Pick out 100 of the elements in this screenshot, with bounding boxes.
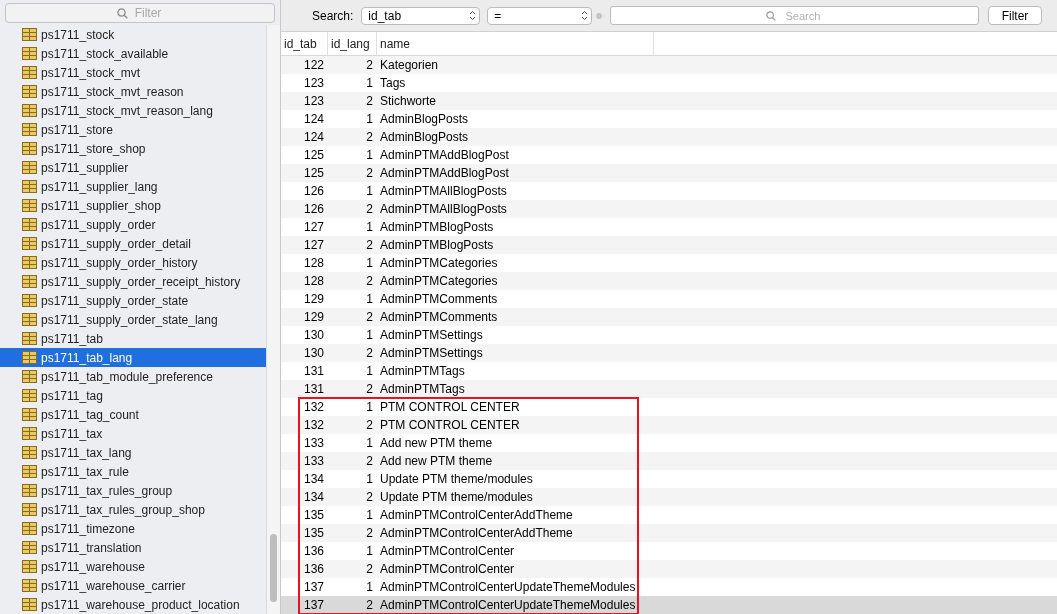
table-row[interactable]: 128 2 AdminPTMCategories [281, 272, 1057, 290]
sidebar-item[interactable]: ps1711_stock_available [0, 44, 266, 63]
table-cell-text: 2 [365, 237, 373, 254]
table-row[interactable]: 131 2 AdminPTMTags [281, 380, 1057, 398]
table-row[interactable]: 137 2 AdminPTMControlCenterUpdateThemeModules [281, 596, 1057, 614]
sidebar-item[interactable]: ps1711_tax_rule [0, 462, 266, 481]
sidebar-item[interactable]: ps1711_stock_mvt_reason_lang [0, 101, 266, 120]
sidebar-item[interactable]: ps1711_supplier [0, 158, 266, 177]
sidebar-item[interactable]: ps1711_tag_count [0, 405, 266, 424]
table-cell-text: AdminPTMControlCenterAddTheme [380, 525, 573, 542]
sidebar-item[interactable]: ps1711_tax_lang [0, 443, 266, 462]
sidebar-item[interactable]: ps1711_tab_module_preference [0, 367, 266, 386]
sidebar-item[interactable]: ps1711_warehouse_carrier [0, 576, 266, 595]
sidebar-item[interactable]: ps1711_warehouse_product_location [0, 595, 266, 614]
table-row[interactable]: 133 2 Add new PTM theme [281, 452, 1057, 470]
table-cell-text: 126 [302, 183, 324, 200]
table-cell-text: 2 [365, 93, 373, 110]
table-icon [22, 28, 37, 41]
table-cell-text: 2 [365, 561, 373, 578]
table-cell-text: AdminPTMSettings [380, 345, 483, 362]
table-cell-text: 1 [365, 471, 373, 488]
table-cell-text: AdminPTMTags [380, 363, 465, 380]
table-row[interactable]: 136 2 AdminPTMControlCenter [281, 560, 1057, 578]
table-cell-text: 1 [365, 579, 373, 596]
table-icon [22, 180, 37, 193]
table-cell-text: Add new PTM theme [380, 453, 493, 470]
table-cell-text: 1 [365, 75, 373, 92]
table-cell-text: AdminPTMAddBlogPost [380, 165, 509, 182]
table-row[interactable]: 135 2 AdminPTMControlCenterAddTheme [281, 524, 1057, 542]
scrollbar[interactable] [266, 25, 280, 614]
table-cell-text: 122 [302, 57, 324, 74]
sidebar-item[interactable]: ps1711_stock_mvt [0, 63, 266, 82]
sidebar-item[interactable]: ps1711_store [0, 120, 266, 139]
table-row[interactable]: 123 2 Stichworte [281, 92, 1057, 110]
table-cell-text: Update PTM theme/modules [380, 471, 533, 488]
table-cell-text: 2 [365, 453, 373, 470]
table-icon [22, 351, 37, 364]
column-header[interactable]: name [377, 32, 654, 55]
table-cell-text: 2 [365, 417, 373, 434]
filter-field[interactable]: Filter [5, 3, 275, 23]
table-icon [22, 294, 37, 307]
chevron-updown-icon [469, 10, 477, 22]
table-row[interactable]: 129 2 AdminPTMComments [281, 308, 1057, 326]
table-cell-text: AdminPTMBlogPosts [380, 237, 494, 254]
sidebar-item[interactable]: ps1711_store_shop [0, 139, 266, 158]
sidebar-item[interactable]: ps1711_translation [0, 538, 266, 557]
sidebar-item[interactable]: ps1711_stock_mvt_reason [0, 82, 266, 101]
sidebar-item[interactable]: ps1711_tag [0, 386, 266, 405]
sidebar-item[interactable]: ps1711_tax_rules_group_shop [0, 500, 266, 519]
sidebar-item[interactable]: ps1711_stock [0, 25, 266, 44]
operator-select[interactable]: = [487, 6, 593, 25]
table-row[interactable]: 125 2 AdminPTMAddBlogPost [281, 164, 1057, 182]
sidebar-item[interactable]: ps1711_supply_order_detail [0, 234, 266, 253]
table-cell-text: 1 [365, 219, 373, 236]
table-row[interactable]: 132 2 PTM CONTROL CENTER [281, 416, 1057, 434]
table-row[interactable]: 122 2 Kategorien [281, 56, 1057, 74]
table-cell-text: 123 [302, 93, 324, 110]
sidebar-item[interactable]: ps1711_supply_order_history [0, 253, 266, 272]
table-cell-text: AdminPTMBlogPosts [380, 219, 494, 236]
sidebar-item[interactable]: ps1711_supplier_shop [0, 196, 266, 215]
sidebar-item[interactable]: ps1711_timezone [0, 519, 266, 538]
column-header[interactable]: id_tab [281, 32, 328, 55]
scrollbar-thumb[interactable] [270, 534, 277, 602]
sidebar-item[interactable]: ps1711_tax [0, 424, 266, 443]
table-icon [22, 199, 37, 212]
column-header[interactable]: id_lang [328, 32, 377, 55]
sidebar-item[interactable]: ps1711_supply_order [0, 215, 266, 234]
table-cell-text: 1 [365, 543, 373, 560]
table-cell-text: 1 [365, 507, 373, 524]
table-cell-text: 131 [302, 381, 324, 398]
sidebar-item[interactable]: ps1711_supply_order_state [0, 291, 266, 310]
table-cell-text: Kategorien [380, 57, 439, 74]
sidebar-item[interactable]: ps1711_supply_order_receipt_history [0, 272, 266, 291]
sidebar-item[interactable]: ps1711_tax_rules_group [0, 481, 266, 500]
sidebar-item[interactable]: ps1711_supplier_lang [0, 177, 266, 196]
column-select[interactable]: id_tab [361, 6, 481, 25]
table-cell-text: 130 [302, 345, 324, 362]
table-cell-text: PTM CONTROL CENTER [380, 417, 520, 434]
filter-button[interactable]: Filter [988, 6, 1042, 26]
sidebar-item[interactable]: ps1711_warehouse [0, 557, 266, 576]
table-row[interactable]: 127 2 AdminPTMBlogPosts [281, 236, 1057, 254]
table-cell-text: AdminPTMControlCenterUpdateThemeModules [380, 579, 636, 596]
table-icon [22, 142, 37, 155]
table-icon [22, 389, 37, 402]
table-row[interactable]: 130 2 AdminPTMSettings [281, 344, 1057, 362]
table-cell-text: AdminPTMControlCenter [380, 543, 515, 560]
table-cell-text: 2 [365, 381, 373, 398]
table-row[interactable]: 124 2 AdminBlogPosts [281, 128, 1057, 146]
table-cell-text: Add new PTM theme [380, 435, 493, 452]
search-field[interactable]: Search [610, 6, 980, 26]
table-cell-text: AdminBlogPosts [380, 129, 469, 146]
table-cell-text: 2 [365, 165, 373, 182]
sidebar-item[interactable]: ps1711_supply_order_state_lang [0, 310, 266, 329]
sidebar-item[interactable]: ps1711_tab_lang [0, 348, 266, 367]
sidebar-item[interactable]: ps1711_tab [0, 329, 266, 348]
table-row[interactable]: 126 2 AdminPTMAllBlogPosts [281, 200, 1057, 218]
table-icon [22, 256, 37, 269]
table-cell-text: 2 [365, 273, 373, 290]
table-cell-text: AdminPTMCategories [380, 255, 498, 272]
table-row[interactable]: 134 2 Update PTM theme/modules [281, 488, 1057, 506]
